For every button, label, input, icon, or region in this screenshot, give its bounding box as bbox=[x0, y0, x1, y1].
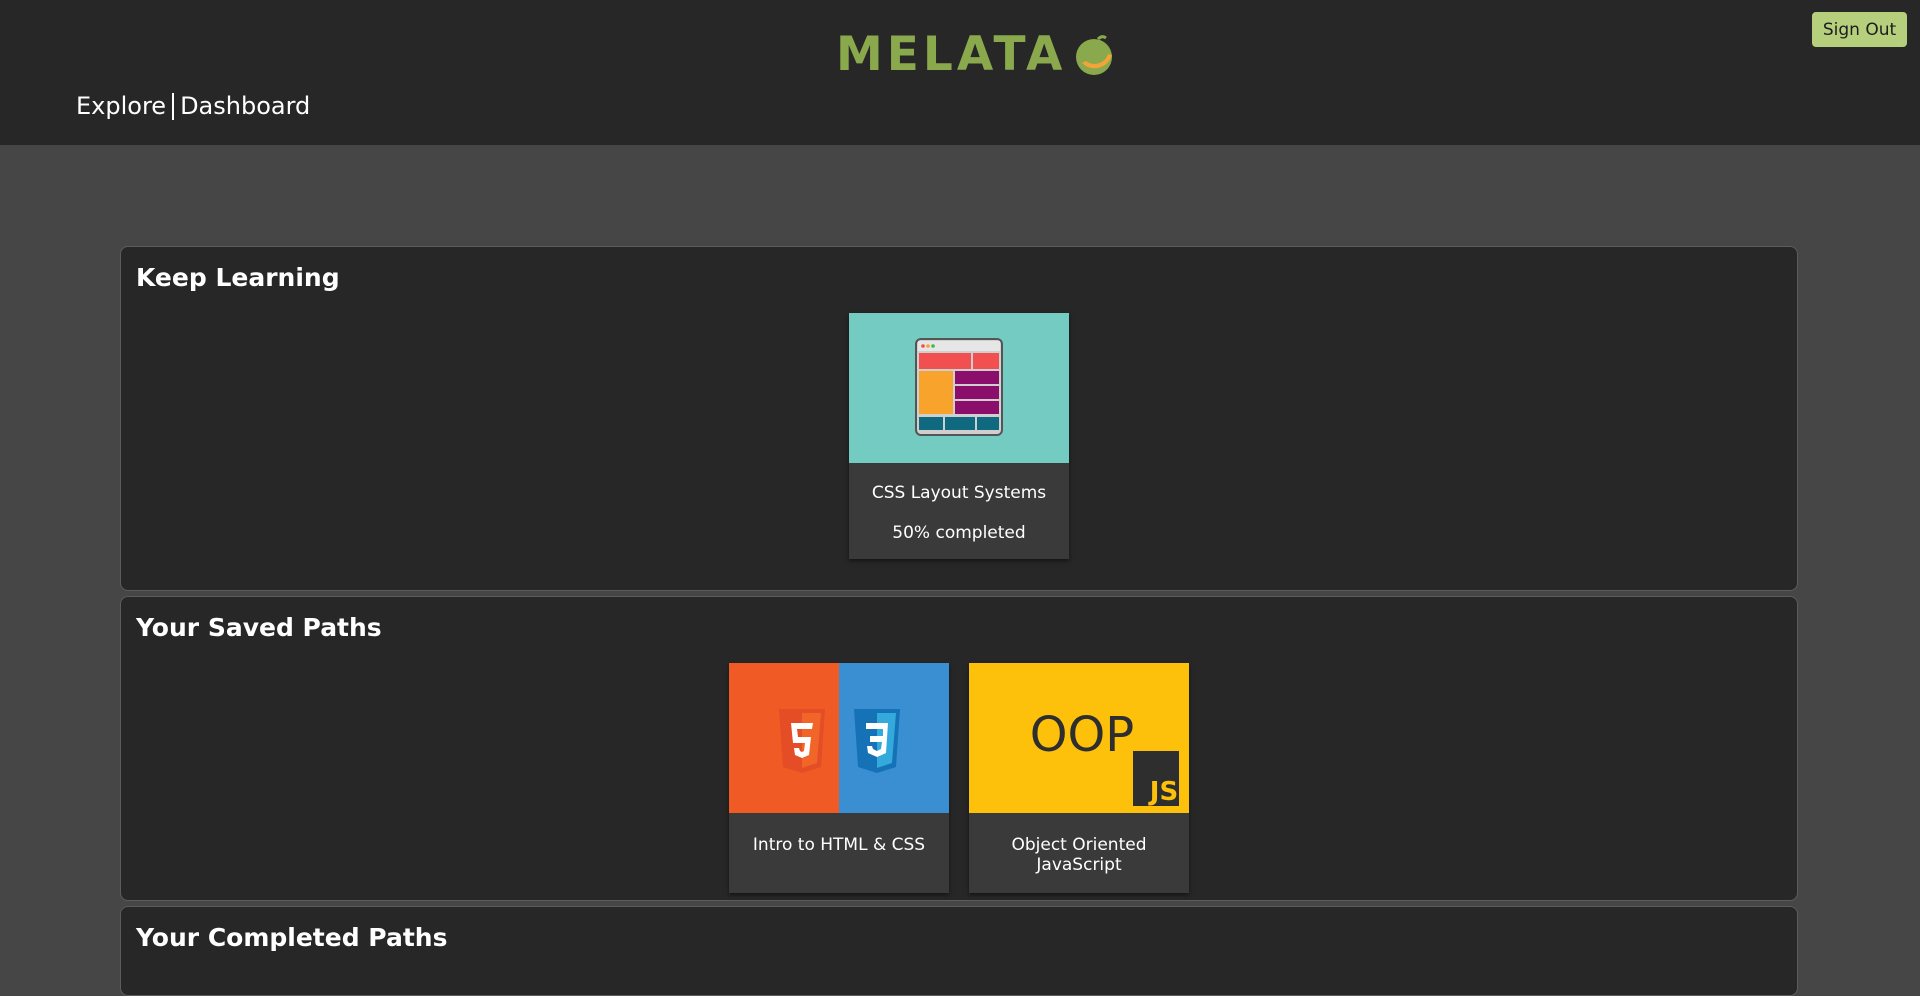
saved-paths-panel: Your Saved Paths Intro to HTML & CSS OOP… bbox=[120, 596, 1798, 901]
path-card-oop-javascript[interactable]: OOP JS Object Oriented JavaScript bbox=[969, 663, 1189, 893]
header: MELATA Explore Dashboard Sign Out bbox=[0, 0, 1920, 145]
sign-out-button[interactable]: Sign Out bbox=[1812, 12, 1907, 47]
logo-text: MELATA bbox=[836, 27, 1067, 82]
oop-js-icon: OOP JS bbox=[969, 663, 1189, 813]
main-nav: Explore Dashboard bbox=[76, 90, 310, 122]
js-badge-text: JS bbox=[1148, 777, 1178, 807]
nav-divider bbox=[172, 92, 175, 120]
melon-icon bbox=[1076, 35, 1113, 75]
nav-dashboard[interactable]: Dashboard bbox=[180, 92, 310, 120]
card-list: Intro to HTML & CSS OOP JS Object Orient… bbox=[121, 663, 1797, 893]
html5-css3-icon bbox=[729, 663, 949, 813]
card-progress: 50% completed bbox=[892, 523, 1026, 543]
section-title: Your Saved Paths bbox=[136, 613, 382, 642]
logo[interactable]: MELATA bbox=[836, 30, 1118, 80]
card-image-text: OOP bbox=[1030, 707, 1135, 763]
card-title: Object Oriented JavaScript bbox=[1011, 835, 1147, 875]
path-card-css-layout[interactable]: CSS Layout Systems 50% completed bbox=[849, 313, 1069, 559]
card-title: CSS Layout Systems bbox=[871, 483, 1047, 503]
css-layout-grid-icon bbox=[849, 313, 1069, 463]
section-title: Your Completed Paths bbox=[136, 923, 448, 952]
card-list: CSS Layout Systems 50% completed bbox=[121, 313, 1797, 559]
section-title: Keep Learning bbox=[136, 263, 340, 292]
card-title: Intro to HTML & CSS bbox=[752, 835, 926, 855]
path-card-html-css[interactable]: Intro to HTML & CSS bbox=[729, 663, 949, 893]
nav-explore[interactable]: Explore bbox=[76, 92, 166, 120]
keep-learning-panel: Keep Learning CSS Layout Systems 50% com… bbox=[120, 246, 1798, 591]
